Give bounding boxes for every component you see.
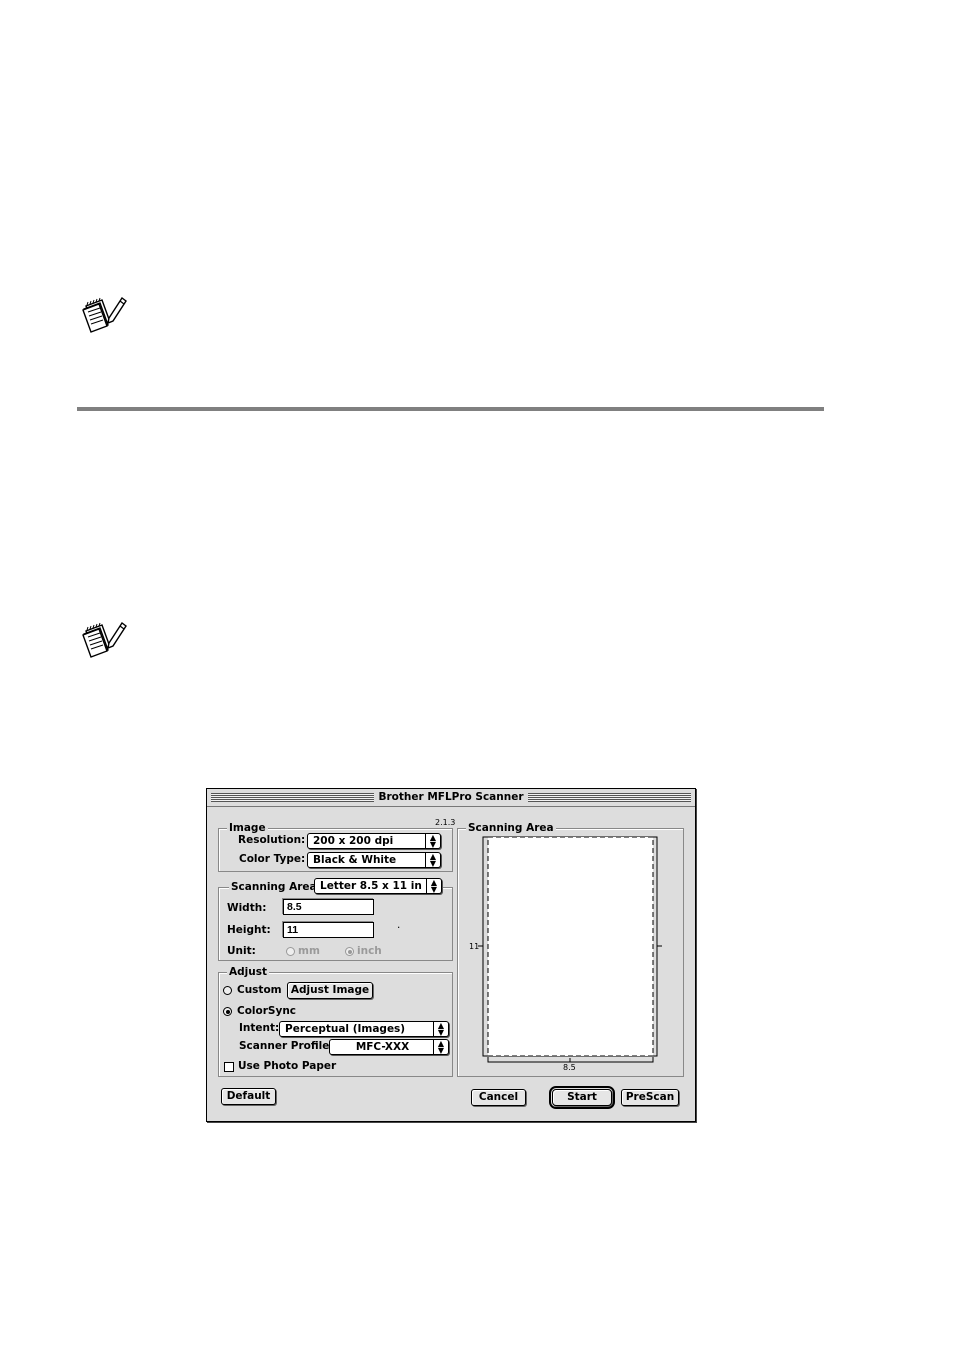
- scanner-profile-label: Scanner Profile:: [239, 1040, 334, 1052]
- scanning-area-label: Scanning Area: [229, 880, 319, 894]
- intent-select[interactable]: Perceptual (Images) ▲ ▼: [279, 1021, 449, 1037]
- default-button[interactable]: Default: [221, 1088, 276, 1105]
- height-tick-label: 11: [469, 942, 480, 951]
- preview-group: Scanning Area 11 8.5: [457, 821, 684, 1077]
- colorsync-label: ColorSync: [237, 1005, 297, 1017]
- use-photo-paper-label: Use Photo Paper: [238, 1060, 337, 1072]
- scan-preview-area[interactable]: [458, 829, 683, 1076]
- width-input[interactable]: [283, 899, 374, 915]
- scanner-profile-value: MFC-XXX: [355, 1041, 410, 1053]
- updown-arrows-icon: ▲ ▼: [433, 1040, 448, 1055]
- color-type-value: Black & White: [313, 854, 397, 866]
- scanner-profile-select[interactable]: MFC-XXX ▲ ▼: [329, 1039, 449, 1055]
- intent-value: Perceptual (Images): [285, 1023, 406, 1035]
- resolution-value: 200 x 200 dpi: [313, 835, 394, 847]
- updown-arrows-icon: ▲ ▼: [425, 834, 440, 849]
- updown-arrows-icon: ▲ ▼: [433, 1022, 448, 1037]
- unit-mm-radio[interactable]: [286, 947, 295, 956]
- custom-radio[interactable]: [223, 986, 232, 995]
- height-input[interactable]: [283, 922, 374, 938]
- note-icon: [80, 292, 128, 334]
- note-icon: [80, 617, 128, 659]
- image-group: Image Resolution: 200 x 200 dpi ▲ ▼ Color…: [218, 821, 453, 872]
- section-divider: [77, 407, 824, 411]
- updown-arrows-icon: ▲ ▼: [425, 853, 440, 868]
- cancel-button[interactable]: Cancel: [471, 1089, 526, 1106]
- color-type-label: Color Type:: [239, 853, 306, 865]
- adjust-group: Adjust Custom Adjust Image ColorSync Int…: [218, 965, 453, 1077]
- dialog-title: Brother MFLPro Scanner: [374, 791, 528, 803]
- resolution-select[interactable]: 200 x 200 dpi ▲ ▼: [307, 833, 441, 849]
- unit-inch-radio[interactable]: [345, 947, 354, 956]
- scan-selection-rect: [487, 836, 654, 1057]
- start-button[interactable]: Start: [549, 1086, 615, 1109]
- stray-dot: ·: [397, 922, 401, 934]
- adjust-image-button[interactable]: Adjust Image: [287, 982, 373, 999]
- adjust-group-label: Adjust: [227, 965, 269, 979]
- unit-label: Unit:: [227, 945, 256, 957]
- width-label: Width:: [227, 902, 267, 914]
- note-pad-pencil-icon: [82, 296, 127, 333]
- scanner-dialog: Brother MFLPro Scanner 2.1.3 Image Resol…: [206, 788, 696, 1122]
- unit-inch-label: inch: [357, 945, 382, 957]
- scanning-area-value: Letter 8.5 x 11 in: [320, 880, 422, 892]
- custom-label: Custom: [237, 984, 282, 996]
- scanning-area-group: Scanning Area Letter 8.5 x 11 in ▲ ▼ Widt…: [218, 878, 453, 961]
- updown-arrows-icon: ▲ ▼: [426, 879, 441, 894]
- dialog-titlebar[interactable]: Brother MFLPro Scanner: [207, 789, 695, 807]
- intent-label: Intent:: [239, 1022, 280, 1034]
- prescan-button[interactable]: PreScan: [621, 1089, 679, 1106]
- color-type-select[interactable]: Black & White ▲ ▼: [307, 852, 441, 868]
- use-photo-paper-checkbox[interactable]: [224, 1062, 234, 1072]
- version-label: 2.1.3: [435, 818, 456, 827]
- note-pad-pencil-icon: [82, 621, 127, 658]
- height-label: Height:: [227, 924, 271, 936]
- resolution-label: Resolution:: [238, 834, 306, 846]
- unit-mm-label: mm: [298, 945, 320, 957]
- width-tick-label: 8.5: [563, 1063, 576, 1072]
- colorsync-radio[interactable]: [223, 1007, 232, 1016]
- scanning-area-select[interactable]: Letter 8.5 x 11 in ▲ ▼: [314, 878, 442, 894]
